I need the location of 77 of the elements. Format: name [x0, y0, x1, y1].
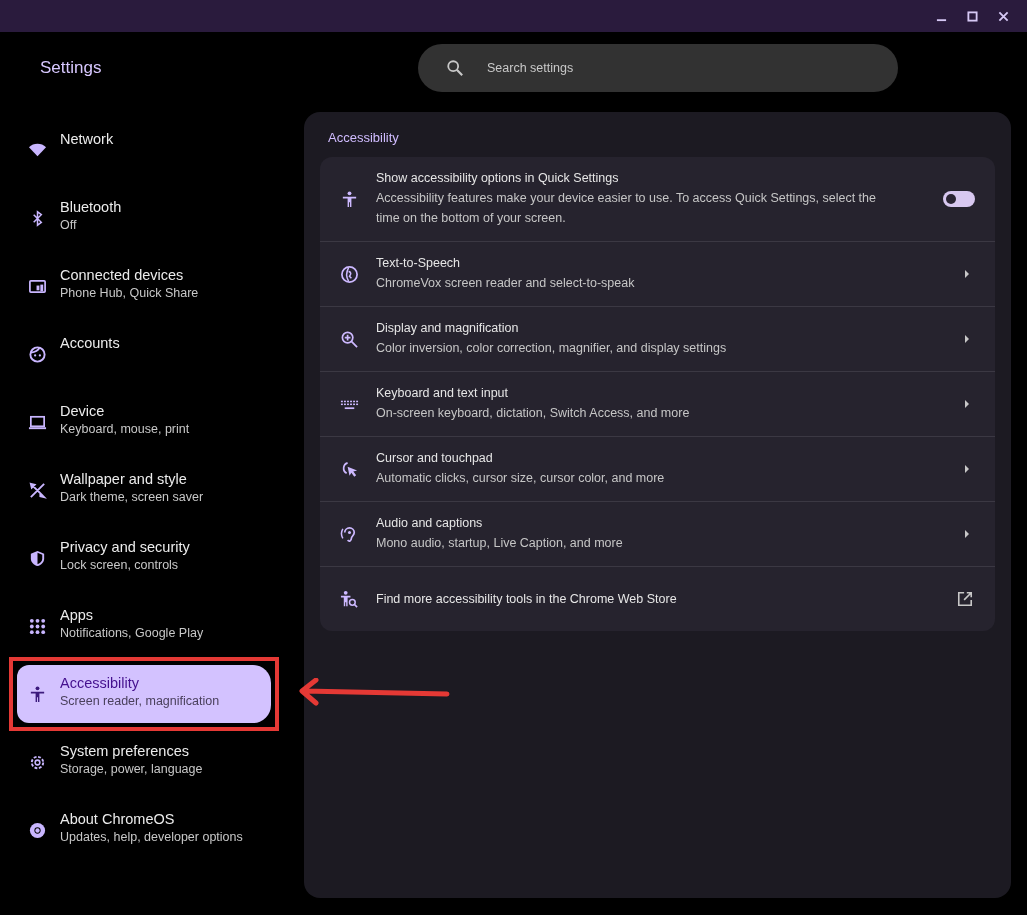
row-title: Cursor and touchpad	[376, 450, 494, 465]
item-title: Wallpaper and style	[60, 471, 188, 487]
accessibility-icon	[340, 189, 359, 209]
row-title: Keyboard and text input	[376, 385, 510, 400]
sidebar-item[interactable]: Accessibility Screen reader, magnification	[17, 665, 271, 723]
settings-row[interactable]: Find more accessibility tools in the Chrome Web Store	[320, 566, 995, 631]
devices-icon	[28, 277, 47, 296]
section-title: Accessibility	[328, 130, 400, 145]
sidebar-item[interactable]: Device Keyboard, mouse, print	[17, 393, 271, 451]
grid-icon	[28, 617, 47, 636]
item-subtitle: Lock screen, controls	[60, 558, 180, 572]
item-title: Accessibility	[60, 675, 140, 691]
row-description: Mono audio, startup, Live Caption, and more	[376, 534, 624, 552]
item-title: System preferences	[60, 743, 190, 759]
settings-row[interactable]: Audio and captions Mono audio, startup, Live Caption, and more	[320, 501, 995, 566]
row-description: Color inversion, color correction, magnifier, and display settings	[376, 339, 728, 357]
item-subtitle: Storage, power, language	[60, 762, 203, 776]
gear-icon	[28, 753, 47, 772]
close-icon[interactable]	[998, 10, 1009, 22]
face-icon	[28, 345, 47, 364]
item-title: Device	[60, 403, 106, 419]
item-title: About ChromeOS	[60, 811, 176, 827]
item-title: Network	[60, 131, 114, 147]
sidebar-item[interactable]: Privacy and security Lock screen, controls	[17, 529, 271, 587]
laptop-icon	[28, 413, 47, 432]
accessibility-icon	[28, 685, 47, 704]
search-icon	[446, 59, 464, 77]
item-subtitle: Keyboard, mouse, print	[60, 422, 190, 436]
item-subtitle: Off	[60, 218, 78, 232]
circle-logo-icon	[28, 821, 47, 840]
cursor-icon	[340, 459, 359, 479]
item-title: Apps	[60, 607, 95, 623]
sidebar-item[interactable]: Connected devices Phone Hub, Quick Share	[17, 257, 271, 315]
item-subtitle: Phone Hub, Quick Share	[60, 286, 199, 300]
sidebar-item[interactable]: About ChromeOS Updates, help, developer options	[17, 801, 271, 859]
shield-icon	[28, 549, 47, 568]
chevron-right-icon	[964, 529, 970, 539]
chevron-right-icon	[964, 269, 970, 279]
chevron-right-icon	[964, 334, 970, 344]
row-description: Accessibility features make your device easier to use. To access Quick Settings, select the time on the bottom of your screen.	[376, 189, 877, 227]
external-link-icon	[957, 591, 973, 607]
row-description: ChromeVox screen reader and select-to-speak	[376, 274, 636, 292]
speech-icon	[340, 264, 359, 284]
chevron-right-icon	[964, 464, 970, 474]
settings-row[interactable]: Show accessibility options in Quick Settings Accessibility features make your device easier to use. To access Quick Settings, select the time on the bottom of your screen.	[320, 157, 995, 241]
sidebar-item[interactable]: Network	[17, 121, 271, 179]
row-title: Audio and captions	[376, 515, 484, 530]
search-field[interactable]: Search settings	[418, 44, 898, 92]
item-subtitle: Updates, help, developer options	[60, 830, 243, 844]
sidebar-item[interactable]: Wallpaper and style Dark theme, screen saver	[17, 461, 271, 519]
item-title: Privacy and security	[60, 539, 190, 555]
sidebar-item[interactable]: Apps Notifications, Google Play	[17, 597, 271, 655]
item-title: Accounts	[60, 335, 120, 351]
item-title: Connected devices	[60, 267, 185, 283]
row-title: Find more accessibility tools in the Chrome Web Store	[376, 592, 678, 606]
maximize-icon[interactable]	[967, 10, 978, 22]
toggle-switch[interactable]	[943, 191, 975, 207]
row-description: Automatic clicks, cursor size, cursor color, and more	[376, 469, 666, 487]
item-subtitle: Dark theme, screen saver	[60, 490, 204, 504]
settings-row[interactable]: Keyboard and text input On-screen keyboard, dictation, Switch Access, and more	[320, 371, 995, 436]
row-title: Text-to-Speech	[376, 255, 462, 270]
magnifier-icon	[340, 329, 359, 349]
row-title: Display and magnification	[376, 320, 520, 335]
settings-row[interactable]: Text-to-Speech ChromeVox screen reader and select-to-speak	[320, 241, 995, 306]
item-subtitle: Screen reader, magnification	[60, 694, 220, 708]
accessibility-search-icon	[340, 589, 359, 609]
settings-row[interactable]: Display and magnification Color inversion, color correction, magnifier, and display settings	[320, 306, 995, 371]
item-title: Bluetooth	[60, 199, 122, 215]
chevron-right-icon	[964, 399, 970, 409]
row-description: On-screen keyboard, dictation, Switch Access, and more	[376, 404, 691, 422]
settings-row[interactable]: Cursor and touchpad Automatic clicks, cursor size, cursor color, and more	[320, 436, 995, 501]
sidebar-item[interactable]: Accounts	[17, 325, 271, 383]
sidebar-item[interactable]: Bluetooth Off	[17, 189, 271, 247]
item-subtitle: Notifications, Google Play	[60, 626, 204, 640]
row-title: Show accessibility options in Quick Settings	[376, 170, 620, 185]
sidebar-item[interactable]: System preferences Storage, power, language	[17, 733, 271, 791]
app-title: Settings	[40, 58, 103, 78]
